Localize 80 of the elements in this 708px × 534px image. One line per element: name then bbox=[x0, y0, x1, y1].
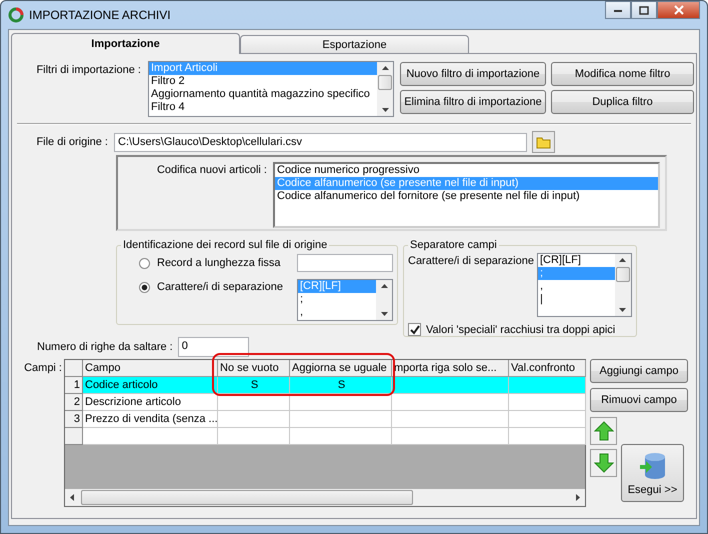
group-title: Separatore campi bbox=[409, 239, 498, 251]
group-title: Identificazione dei record sul file di origine bbox=[122, 239, 328, 251]
list-item[interactable]: | bbox=[538, 293, 615, 306]
close-button[interactable] bbox=[657, 1, 700, 19]
list-item[interactable]: Codice numerico progressivo bbox=[275, 164, 658, 177]
separator-listbox[interactable]: [CR][LF] ; , bbox=[297, 279, 393, 321]
window-title: IMPORTAZIONE ARCHIVI bbox=[29, 8, 171, 22]
scrollbar[interactable] bbox=[614, 254, 631, 316]
list-item[interactable]: [CR][LF] bbox=[538, 254, 615, 267]
scroll-up-icon[interactable] bbox=[382, 65, 388, 72]
scrollbar[interactable] bbox=[376, 280, 392, 320]
filters-label: Filtri di importazione : bbox=[35, 63, 141, 76]
skip-rows-field[interactable]: 0 bbox=[178, 337, 249, 357]
folder-icon bbox=[536, 135, 552, 149]
scroll-left-icon[interactable] bbox=[69, 494, 76, 501]
browse-button[interactable] bbox=[532, 131, 555, 153]
scroll-right-icon[interactable] bbox=[574, 494, 581, 501]
table-row[interactable]: 2 Descrizione articolo bbox=[65, 394, 585, 411]
run-button[interactable]: Esegui >> bbox=[621, 444, 684, 502]
scrollbar[interactable] bbox=[65, 489, 585, 506]
checkbox[interactable] bbox=[408, 323, 421, 336]
checkbox-label: Valori 'speciali' racchiusi tra doppi apici bbox=[426, 324, 616, 336]
list-item[interactable]: Filtro 4 bbox=[149, 101, 377, 114]
field-button[interactable]: Aggiungi campo bbox=[590, 359, 688, 383]
radio-circle[interactable] bbox=[139, 258, 150, 268]
radio-label: Carattere/i di separazione bbox=[157, 281, 283, 293]
separator-label: Carattere/i di separazione bbox=[408, 254, 534, 269]
table-row[interactable]: 3 Prezzo di vendita (senza ... bbox=[65, 411, 585, 428]
table-row[interactable]: 1 Codice articolo S S bbox=[65, 377, 585, 394]
scroll-down-icon[interactable] bbox=[619, 306, 626, 313]
filter-button[interactable]: Elimina filtro di importazione bbox=[400, 90, 546, 114]
move-up-button[interactable] bbox=[590, 417, 617, 445]
checkmark-icon bbox=[410, 324, 420, 334]
tab[interactable]: Importazione bbox=[11, 33, 240, 54]
scroll-thumb[interactable] bbox=[378, 75, 392, 90]
table-cell bbox=[218, 428, 290, 445]
arrow-up-icon bbox=[594, 421, 614, 441]
app-icon bbox=[8, 7, 24, 23]
move-down-button[interactable] bbox=[590, 449, 617, 477]
filter-button[interactable]: Duplica filtro bbox=[551, 90, 694, 114]
scrollbar[interactable] bbox=[377, 62, 393, 116]
fields-label: Campi : bbox=[23, 361, 62, 376]
filter-button[interactable]: Modifica nome filtro bbox=[551, 62, 694, 86]
coding-listbox[interactable]: Codice numerico progressivo Codice alfanumerico (se presente nel file di input) Codice alfanumerico del fornitore (se presente nel file di input) bbox=[273, 162, 660, 228]
minimize-button[interactable] bbox=[605, 1, 631, 19]
length-field[interactable] bbox=[297, 254, 393, 272]
radio-circle[interactable] bbox=[139, 282, 150, 292]
filters-listbox[interactable]: Import Articoli Filtro 2 Aggiornamento quantità magazzino specifico Filtro 4 bbox=[148, 61, 394, 117]
separator-listbox[interactable]: [CR][LF] ; , | bbox=[536, 253, 632, 317]
filter-button[interactable]: Nuovo filtro di importazione bbox=[400, 62, 546, 86]
tab[interactable]: Esportazione bbox=[240, 35, 469, 53]
scroll-thumb[interactable] bbox=[81, 490, 413, 505]
list-item[interactable]: , bbox=[298, 306, 376, 319]
scroll-down-icon[interactable] bbox=[382, 106, 388, 113]
source-file-label: File di origine : bbox=[35, 136, 108, 148]
scroll-down-icon[interactable] bbox=[380, 310, 388, 317]
table-cell: S bbox=[218, 377, 290, 394]
row-number: 3 bbox=[65, 411, 83, 428]
list-item[interactable]: Filtro 2 bbox=[149, 75, 377, 88]
database-icon bbox=[638, 450, 668, 480]
scroll-thumb[interactable] bbox=[616, 267, 630, 282]
skip-rows-label: Numero di righe da saltare : bbox=[37, 341, 173, 353]
list-item[interactable]: Aggiornamento quantità magazzino specifico bbox=[149, 88, 377, 101]
maximize-button[interactable] bbox=[631, 1, 657, 19]
list-item[interactable]: ; bbox=[298, 293, 376, 306]
field-button[interactable]: Rimuovi campo bbox=[590, 388, 688, 412]
list-item[interactable]: , bbox=[538, 280, 615, 293]
row-number: 1 bbox=[65, 377, 83, 394]
list-item[interactable]: Codice alfanumerico del fornitore (se presente nel file di input) bbox=[275, 190, 658, 203]
close-icon bbox=[672, 5, 684, 15]
coding-label: Codifica nuovi articoli : bbox=[156, 163, 267, 176]
row-header bbox=[65, 428, 83, 445]
scroll-up-icon[interactable] bbox=[380, 283, 388, 290]
table-cell: S bbox=[290, 377, 392, 394]
row-number: 2 bbox=[65, 394, 83, 411]
minimize-icon bbox=[613, 7, 623, 13]
arrow-down-icon bbox=[594, 453, 614, 473]
maximize-icon bbox=[639, 6, 649, 14]
scroll-up-icon[interactable] bbox=[619, 257, 626, 264]
source-file-field[interactable]: C:\Users\Glauco\Desktop\cellulari.csv bbox=[114, 132, 527, 152]
